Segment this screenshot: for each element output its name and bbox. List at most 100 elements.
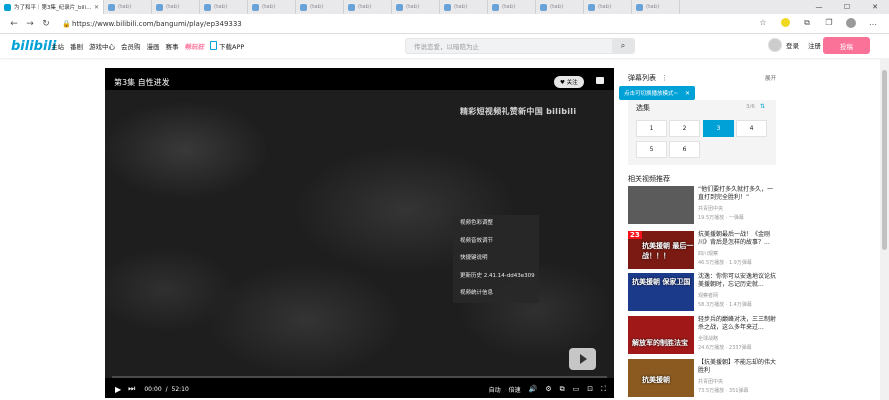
star-icon[interactable]: ☆ — [757, 18, 769, 30]
danmaku-list-header[interactable]: 弹幕列表 ⋮ 展开 — [628, 72, 776, 84]
pip-icon[interactable]: ⧉ — [560, 385, 565, 394]
browser-tab[interactable]: (tab) — [248, 0, 296, 14]
nav-item-main[interactable]: 主站 — [51, 41, 64, 51]
close-tip-icon[interactable]: ✕ — [685, 90, 690, 97]
scrollbar-thumb[interactable] — [882, 70, 887, 250]
more-icon[interactable]: … — [867, 18, 879, 30]
url-field[interactable]: 🔒 https://www.bilibili.com/bangumi/play/… — [62, 17, 757, 31]
nav-item-manga[interactable]: 漫画 — [147, 41, 160, 51]
play-icon[interactable]: ▶ — [115, 385, 121, 394]
video-thumbnail[interactable]: 抗美援朝 保家卫国 — [628, 273, 694, 311]
nav-item-shop[interactable]: 会员购 — [121, 41, 141, 51]
uploader-name[interactable]: 全球战略 — [698, 335, 718, 342]
big-play-icon[interactable] — [569, 348, 596, 370]
episode-button-1[interactable]: 1 — [636, 120, 667, 137]
context-menu-item[interactable]: 快捷键说明 — [453, 250, 539, 268]
browser-tab[interactable]: (tab) — [392, 0, 440, 14]
quality-selector[interactable]: 自动 — [489, 385, 501, 394]
settings-icon[interactable]: ⚙ — [545, 385, 551, 393]
favicon-icon — [540, 3, 547, 11]
video-thumbnail[interactable]: 抗美援朝 — [628, 359, 694, 397]
follow-button[interactable]: ♥ 关注 — [554, 76, 584, 88]
back-icon[interactable]: ← — [6, 19, 22, 29]
browser-tab[interactable]: (tab) — [200, 0, 248, 14]
video-title[interactable]: 抗美援朝最后一战！《金刚川》背后是怎样的故事？... — [698, 231, 778, 247]
video-thumbnail[interactable]: 23 抗美援朝 最后一战！！！ — [628, 231, 694, 269]
speed-selector[interactable]: 倍速 — [509, 385, 521, 394]
related-video-card[interactable]: “他们要打多久就打多久，一直打到完全胜利！” 共青团中央 19.5万播放 · 一… — [628, 186, 776, 226]
search-icon[interactable]: ⌕ — [612, 39, 634, 53]
nav-item-anime[interactable]: 番剧 — [70, 41, 83, 51]
browser-tab[interactable]: (tab) — [440, 0, 488, 14]
browser-tab[interactable]: (tab) — [584, 0, 632, 14]
widescreen-icon[interactable]: ▭ — [573, 385, 580, 393]
volume-icon[interactable]: 🔊 — [529, 385, 538, 393]
download-app-link[interactable]: 下载APP — [210, 41, 244, 51]
web-fullscreen-icon[interactable]: ⊡ — [587, 385, 593, 393]
bilibili-logo[interactable]: bilibili — [11, 39, 56, 54]
upload-button[interactable]: 投稿 — [823, 37, 870, 54]
episode-button-4[interactable]: 4 — [736, 120, 767, 137]
uploader-name[interactable]: 观察者网 — [698, 292, 718, 299]
login-link[interactable]: 登录 — [786, 40, 799, 50]
context-menu-item[interactable]: 更新历史 2.41.14-dd43e309 — [453, 268, 539, 286]
episode-button-3[interactable]: 3 — [703, 120, 734, 137]
profile-icon[interactable] — [845, 17, 857, 30]
context-menu-item[interactable]: 视频统计信息 — [453, 285, 539, 303]
reload-icon[interactable]: ↻ — [38, 19, 54, 29]
context-menu-item[interactable]: 视频音效调节 — [453, 233, 539, 251]
lock-icon: 🔒 — [62, 19, 71, 28]
related-video-card[interactable]: 23 抗美援朝 最后一战！！！ 抗美援朝最后一战！《金刚川》背后是怎样的故事？.… — [628, 231, 776, 271]
miniplayer-icon[interactable] — [596, 77, 604, 84]
video-thumbnail[interactable] — [628, 186, 694, 224]
video-title[interactable]: 【抗美援朝】不能忘却的伟大胜利 — [698, 359, 778, 375]
video-player[interactable]: 第3集 自性进发 ♥ 关注 精彩短视频礼赞新中国 bilibili 视频色彩调整… — [105, 68, 614, 398]
minimize-icon[interactable]: — — [805, 0, 833, 14]
browser-tab[interactable]: (tab) — [152, 0, 200, 14]
danmaku-expand-link[interactable]: 展开 — [765, 74, 776, 82]
close-window-icon[interactable]: ✕ — [861, 0, 889, 14]
browser-tab[interactable]: (tab) — [632, 0, 680, 14]
browser-tab[interactable]: (tab) — [536, 0, 584, 14]
video-title[interactable]: 轻步兵的巅峰对决，三三制射杀之战，这么多年来过... — [698, 316, 778, 332]
sort-icon[interactable]: ⇅ — [760, 103, 765, 110]
related-video-card[interactable]: 抗美援朝 保家卫国 沈逸：你你可以安逸地议论抗美援朝时，忘记历史就... 观察者… — [628, 273, 776, 313]
fullscreen-icon[interactable]: ⛶ — [601, 385, 606, 394]
uploader-name[interactable]: 共青团中央 — [698, 378, 723, 385]
sidebar-icon[interactable]: ⧉ — [801, 18, 813, 30]
close-tab-icon[interactable]: ✕ — [94, 4, 99, 11]
video-title[interactable]: 沈逸：你你可以安逸地议论抗美援朝时，忘记历史就... — [698, 273, 778, 289]
browser-tab[interactable]: (tab) — [488, 0, 536, 14]
nav-item-games[interactable]: 游戏中心 — [89, 41, 115, 51]
nav-item-esports[interactable]: 赛事 — [166, 41, 179, 51]
collections-icon[interactable]: ❐ — [823, 18, 835, 30]
browser-tab[interactable]: (tab) — [344, 0, 392, 14]
browser-tab-active[interactable]: 为了和平｜第3集_纪录片_bilibili ✕ — [0, 0, 104, 14]
page-scrollbar[interactable] — [880, 58, 889, 400]
forward-icon[interactable]: → — [22, 19, 38, 29]
progress-bar[interactable] — [112, 376, 607, 378]
register-link[interactable]: 注册 — [808, 40, 821, 50]
search-input[interactable]: 传说恋爱，以暗陪为止 — [406, 41, 612, 51]
video-title[interactable]: “他们要打多久就打多久，一直打到完全胜利！” — [698, 186, 778, 202]
browser-tab[interactable]: (tab) — [104, 0, 152, 14]
related-video-card[interactable]: 抗美援朝 【抗美援朝】不能忘却的伟大胜利 共青团中央 73.5万播放 · 351… — [628, 359, 776, 399]
nav-item-highlight[interactable]: 畅玩狂 — [185, 41, 205, 51]
player-controls-right: 自动 倍速 🔊 ⚙ ⧉ ▭ ⊡ ⛶ — [489, 385, 614, 394]
favicon-icon — [492, 3, 499, 11]
maximize-icon[interactable]: ☐ — [833, 0, 861, 14]
uploader-name[interactable]: 四川观察 — [698, 250, 718, 257]
episode-button-5[interactable]: 5 — [636, 141, 667, 158]
next-episode-icon[interactable]: ⏭ — [128, 384, 135, 394]
extension-icon[interactable] — [779, 17, 791, 30]
video-thumbnail[interactable]: 解放军的制胜法宝 — [628, 316, 694, 354]
more-options-icon[interactable]: ⋮ — [661, 74, 668, 82]
avatar[interactable] — [768, 38, 782, 52]
context-menu-item[interactable]: 视频色彩调整 — [453, 215, 539, 233]
episode-button-2[interactable]: 2 — [669, 120, 700, 137]
related-video-card[interactable]: 解放军的制胜法宝 轻步兵的巅峰对决，三三制射杀之战，这么多年来过... 全球战略… — [628, 316, 776, 356]
browser-tab[interactable]: (tab) — [296, 0, 344, 14]
uploader-name[interactable]: 共青团中央 — [698, 205, 723, 212]
favicon-icon — [108, 3, 115, 11]
episode-button-6[interactable]: 6 — [669, 141, 700, 158]
